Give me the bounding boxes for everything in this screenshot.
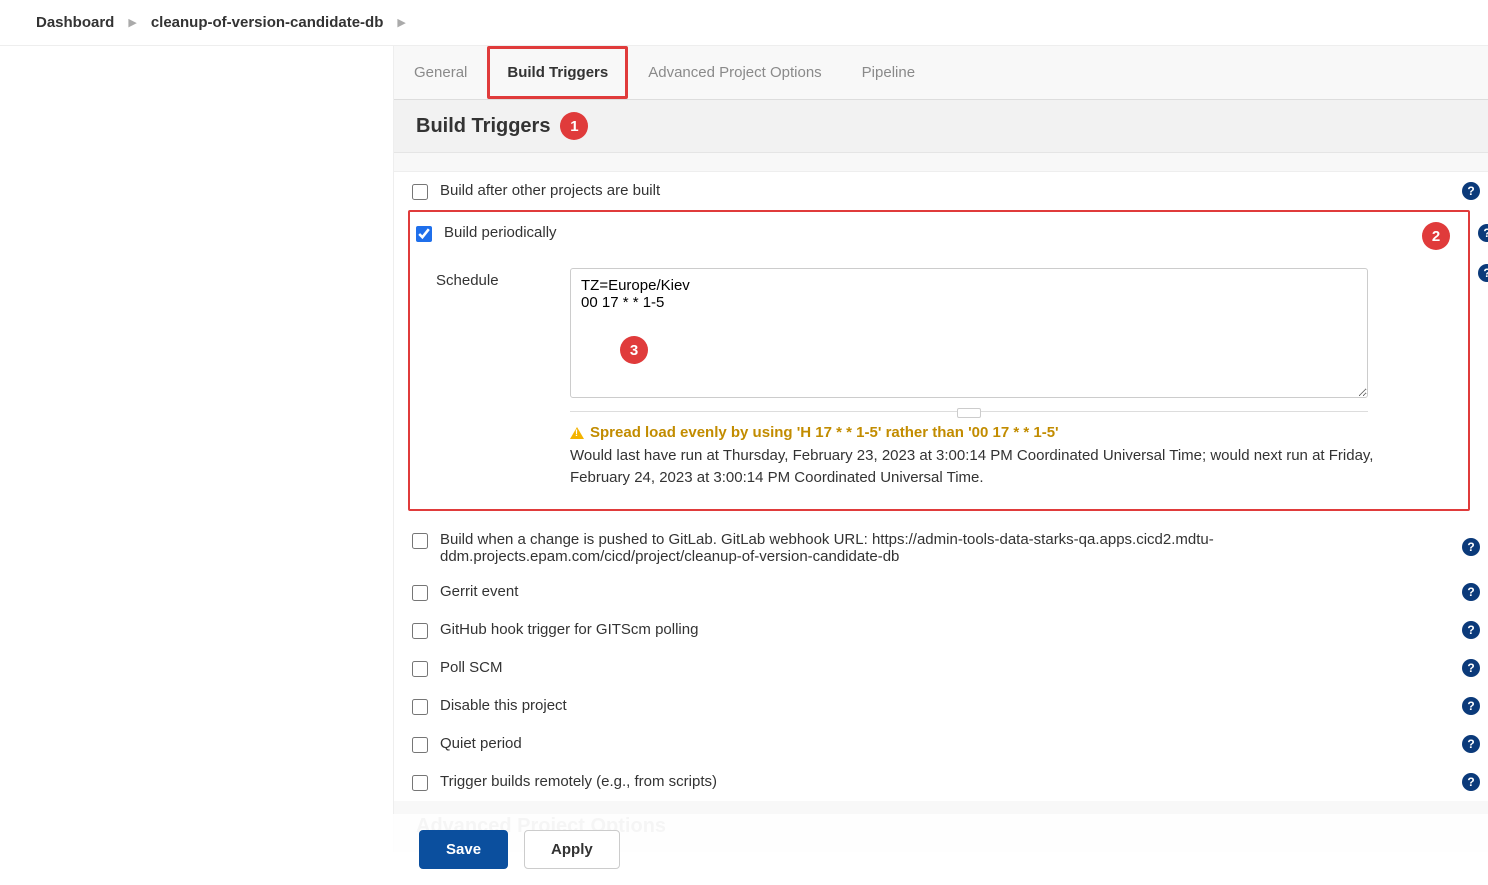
apply-button[interactable]: Apply — [524, 830, 620, 869]
help-icon[interactable]: ? — [1462, 621, 1480, 639]
breadcrumb-dashboard[interactable]: Dashboard — [36, 14, 114, 31]
checkbox-quiet-period[interactable] — [412, 737, 428, 753]
save-button[interactable]: Save — [419, 830, 508, 869]
label-gerrit: Gerrit event — [440, 581, 1470, 600]
checkbox-github-hook[interactable] — [412, 623, 428, 639]
option-github-hook: GitHub hook trigger for GITScm polling ? — [394, 611, 1488, 649]
section-title: Build Triggers 1 — [394, 100, 1488, 153]
checkbox-build-periodically[interactable] — [416, 226, 432, 242]
tab-build-triggers[interactable]: Build Triggers — [487, 46, 628, 99]
label-build-after: Build after other projects are built — [440, 180, 1470, 199]
label-github-hook: GitHub hook trigger for GITScm polling — [440, 619, 1470, 638]
label-trigger-remote: Trigger builds remotely (e.g., from scri… — [440, 771, 1470, 790]
checkbox-poll-scm[interactable] — [412, 661, 428, 677]
option-gerrit: Gerrit event ? — [394, 573, 1488, 611]
footer-actions: Save Apply — [393, 814, 1488, 885]
breadcrumb-project[interactable]: cleanup-of-version-candidate-db — [151, 14, 384, 31]
callout-2: 2 — [1422, 222, 1450, 250]
label-gitlab-push: Build when a change is pushed to GitLab.… — [440, 529, 1360, 565]
highlight-box-periodically: Build periodically 2 ? Schedule 3 Spread… — [408, 210, 1470, 511]
tab-pipeline[interactable]: Pipeline — [842, 46, 935, 99]
section-title-text: Build Triggers — [416, 115, 550, 138]
checkbox-gitlab-push[interactable] — [412, 533, 428, 549]
label-quiet-period: Quiet period — [440, 733, 1470, 752]
option-gitlab-push: Build when a change is pushed to GitLab.… — [394, 521, 1488, 573]
tab-advanced-options[interactable]: Advanced Project Options — [628, 46, 841, 99]
option-quiet-period: Quiet period ? — [394, 725, 1488, 763]
help-icon[interactable]: ? — [1478, 264, 1488, 282]
schedule-warning: Spread load evenly by using 'H 17 * * 1-… — [570, 424, 1450, 441]
config-tabs: General Build Triggers Advanced Project … — [394, 46, 1488, 100]
label-build-periodically: Build periodically — [444, 222, 1408, 241]
schedule-textarea[interactable] — [570, 268, 1368, 398]
checkbox-gerrit[interactable] — [412, 585, 428, 601]
schedule-label: Schedule — [436, 268, 522, 489]
help-icon[interactable]: ? — [1462, 697, 1480, 715]
schedule-description: Would last have run at Thursday, Februar… — [570, 445, 1380, 489]
help-icon[interactable]: ? — [1462, 773, 1480, 791]
tab-general[interactable]: General — [394, 46, 487, 99]
checkbox-disable-project[interactable] — [412, 699, 428, 715]
chevron-right-icon: ▶ — [128, 16, 136, 29]
option-build-after: Build after other projects are built ? — [394, 172, 1488, 210]
help-icon[interactable]: ? — [1462, 659, 1480, 677]
label-poll-scm: Poll SCM — [440, 657, 1470, 676]
option-poll-scm: Poll SCM ? — [394, 649, 1488, 687]
help-icon[interactable]: ? — [1478, 224, 1488, 242]
help-icon[interactable]: ? — [1462, 735, 1480, 753]
help-icon[interactable]: ? — [1462, 583, 1480, 601]
checkbox-build-after[interactable] — [412, 184, 428, 200]
warning-icon — [570, 427, 584, 439]
help-icon[interactable]: ? — [1462, 538, 1480, 556]
chevron-right-icon: ▶ — [397, 16, 405, 29]
callout-1: 1 — [560, 112, 588, 140]
schedule-warning-text: Spread load evenly by using 'H 17 * * 1-… — [590, 424, 1059, 441]
option-build-periodically: Build periodically 2 — [410, 214, 1468, 258]
label-disable-project: Disable this project — [440, 695, 1470, 714]
option-disable-project: Disable this project ? — [394, 687, 1488, 725]
option-trigger-remote: Trigger builds remotely (e.g., from scri… — [394, 763, 1488, 801]
breadcrumb: Dashboard ▶ cleanup-of-version-candidate… — [0, 0, 1488, 46]
callout-3: 3 — [620, 336, 648, 364]
help-icon[interactable]: ? — [1462, 182, 1480, 200]
checkbox-trigger-remote[interactable] — [412, 775, 428, 791]
